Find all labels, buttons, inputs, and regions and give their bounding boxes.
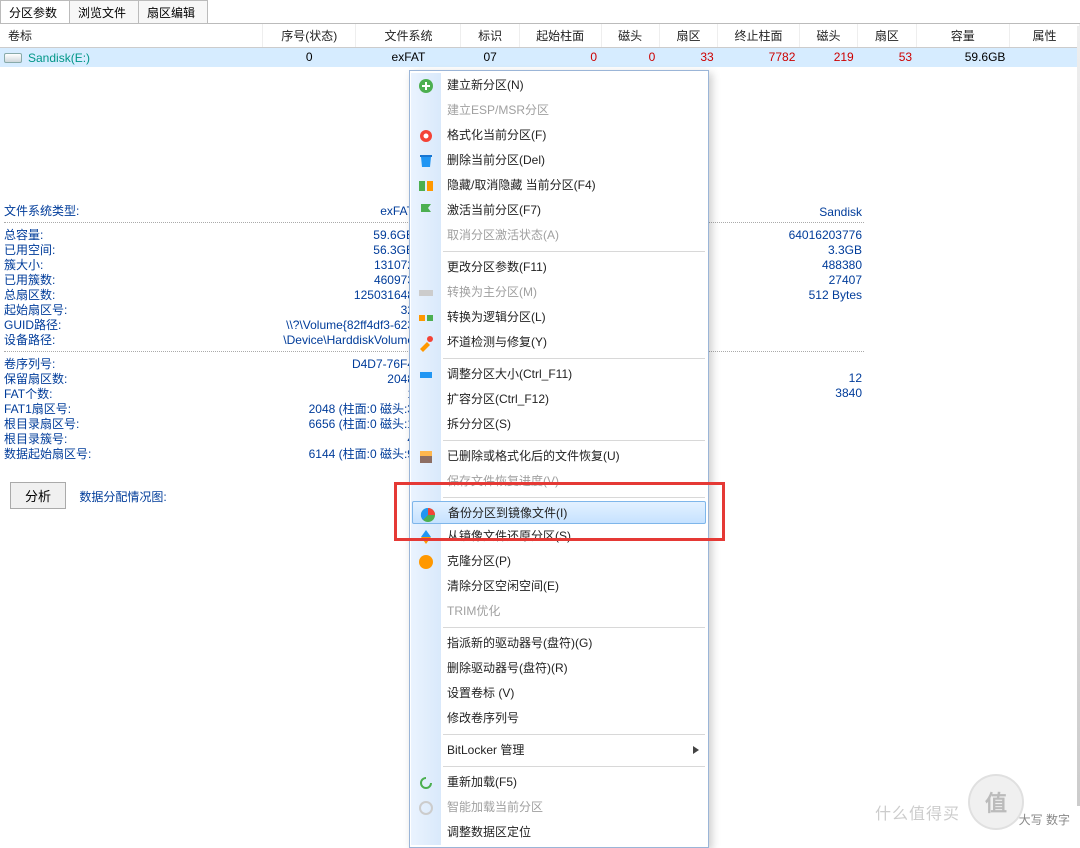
menu-change-params[interactable]: 更改分区参数(F11) bbox=[411, 255, 707, 280]
tab-partition-params[interactable]: 分区参数 bbox=[0, 0, 70, 23]
menu-delete[interactable]: 删除当前分区(Del) bbox=[411, 148, 707, 173]
menu-backup-to-image[interactable]: 备份分区到镜像文件(I) bbox=[412, 501, 706, 524]
table-header: 卷标 序号(状态)文件系统标识 起始柱面磁头扇区 终止柱面磁头扇区 容量属性 bbox=[0, 24, 1080, 48]
menu-restore-from-image[interactable]: 从镜像文件还原分区(S) bbox=[411, 524, 707, 549]
resize-icon bbox=[417, 366, 435, 384]
flag-icon bbox=[417, 202, 435, 220]
menu-new-partition[interactable]: 建立新分区(N) bbox=[411, 73, 707, 98]
menu-wipe-free[interactable]: 清除分区空闲空间(E) bbox=[411, 574, 707, 599]
convert-icon bbox=[417, 309, 435, 327]
menu-deactivate: 取消分区激活状态(A) bbox=[411, 223, 707, 248]
hide-icon bbox=[417, 177, 435, 195]
context-menu: 建立新分区(N) 建立ESP/MSR分区 格式化当前分区(F) 删除当前分区(D… bbox=[409, 70, 709, 848]
clone-icon bbox=[417, 553, 435, 571]
menu-resize[interactable]: 调整分区大小(Ctrl_F11) bbox=[411, 362, 707, 387]
watermark-text: 什么值得买 bbox=[875, 800, 960, 824]
menu-split[interactable]: 拆分分区(S) bbox=[411, 412, 707, 437]
tab-sector-edit[interactable]: 扇区编辑 bbox=[138, 0, 208, 23]
menu-adjust-data-region[interactable]: 调整数据区定位 bbox=[411, 820, 707, 845]
watermark-badge: 值 bbox=[968, 774, 1024, 830]
allocation-chart-label: 数据分配情况图: bbox=[79, 490, 166, 504]
trash-icon bbox=[417, 152, 435, 170]
menu-assign-letter[interactable]: 指派新的驱动器号(盘符)(G) bbox=[411, 631, 707, 656]
pie-icon bbox=[419, 506, 437, 524]
menu-extend[interactable]: 扩容分区(Ctrl_F12) bbox=[411, 387, 707, 412]
menu-recover-files[interactable]: 已删除或格式化后的文件恢复(U) bbox=[411, 444, 707, 469]
menu-to-logical[interactable]: 转换为逻辑分区(L) bbox=[411, 305, 707, 330]
disk-icon bbox=[4, 53, 22, 63]
menu-esp-msr: 建立ESP/MSR分区 bbox=[411, 98, 707, 123]
table-row[interactable]: Sandisk(E:) 0 exFAT 07 0 0 33 7782 219 5… bbox=[0, 48, 1080, 67]
menu-trim: TRIM优化 bbox=[411, 599, 707, 624]
menu-remove-letter[interactable]: 删除驱动器号(盘符)(R) bbox=[411, 656, 707, 681]
recover-icon bbox=[417, 448, 435, 466]
menu-smart-load: 智能加载当前分区 bbox=[411, 795, 707, 820]
volume-name: Sandisk(E:) bbox=[28, 51, 90, 65]
menu-save-progress: 保存文件恢复进度(V) bbox=[411, 469, 707, 494]
wrench-icon bbox=[417, 334, 435, 352]
reload-icon bbox=[417, 799, 435, 817]
menu-bitlocker[interactable]: BitLocker 管理 bbox=[411, 738, 707, 763]
chevron-right-icon bbox=[693, 746, 699, 754]
convert-icon bbox=[417, 284, 435, 302]
menu-activate[interactable]: 激活当前分区(F7) bbox=[411, 198, 707, 223]
plus-icon bbox=[417, 77, 435, 95]
menu-bad-sector[interactable]: 坏道检测与修复(Y) bbox=[411, 330, 707, 355]
menu-hide[interactable]: 隐藏/取消隐藏 当前分区(F4) bbox=[411, 173, 707, 198]
analyze-button[interactable]: 分析 bbox=[10, 482, 66, 509]
menu-to-primary: 转换为主分区(M) bbox=[411, 280, 707, 305]
top-tab-bar: 分区参数 浏览文件 扇区编辑 bbox=[0, 0, 1080, 24]
menu-clone[interactable]: 克隆分区(P) bbox=[411, 549, 707, 574]
menu-format[interactable]: 格式化当前分区(F) bbox=[411, 123, 707, 148]
gear-icon bbox=[417, 127, 435, 145]
info-right-column: Sandisk 64016203776 3.3GB 488380 27407 5… bbox=[722, 205, 862, 401]
restore-icon bbox=[417, 528, 435, 546]
tab-browse-files[interactable]: 浏览文件 bbox=[69, 0, 139, 23]
menu-set-label[interactable]: 设置卷标 (V) bbox=[411, 681, 707, 706]
menu-change-serial[interactable]: 修改卷序列号 bbox=[411, 706, 707, 731]
status-text: 大写 数字 bbox=[1019, 811, 1070, 828]
menu-reload[interactable]: 重新加载(F5) bbox=[411, 770, 707, 795]
reload-icon bbox=[417, 774, 435, 792]
partition-table[interactable]: 卷标 序号(状态)文件系统标识 起始柱面磁头扇区 终止柱面磁头扇区 容量属性 S… bbox=[0, 24, 1080, 67]
